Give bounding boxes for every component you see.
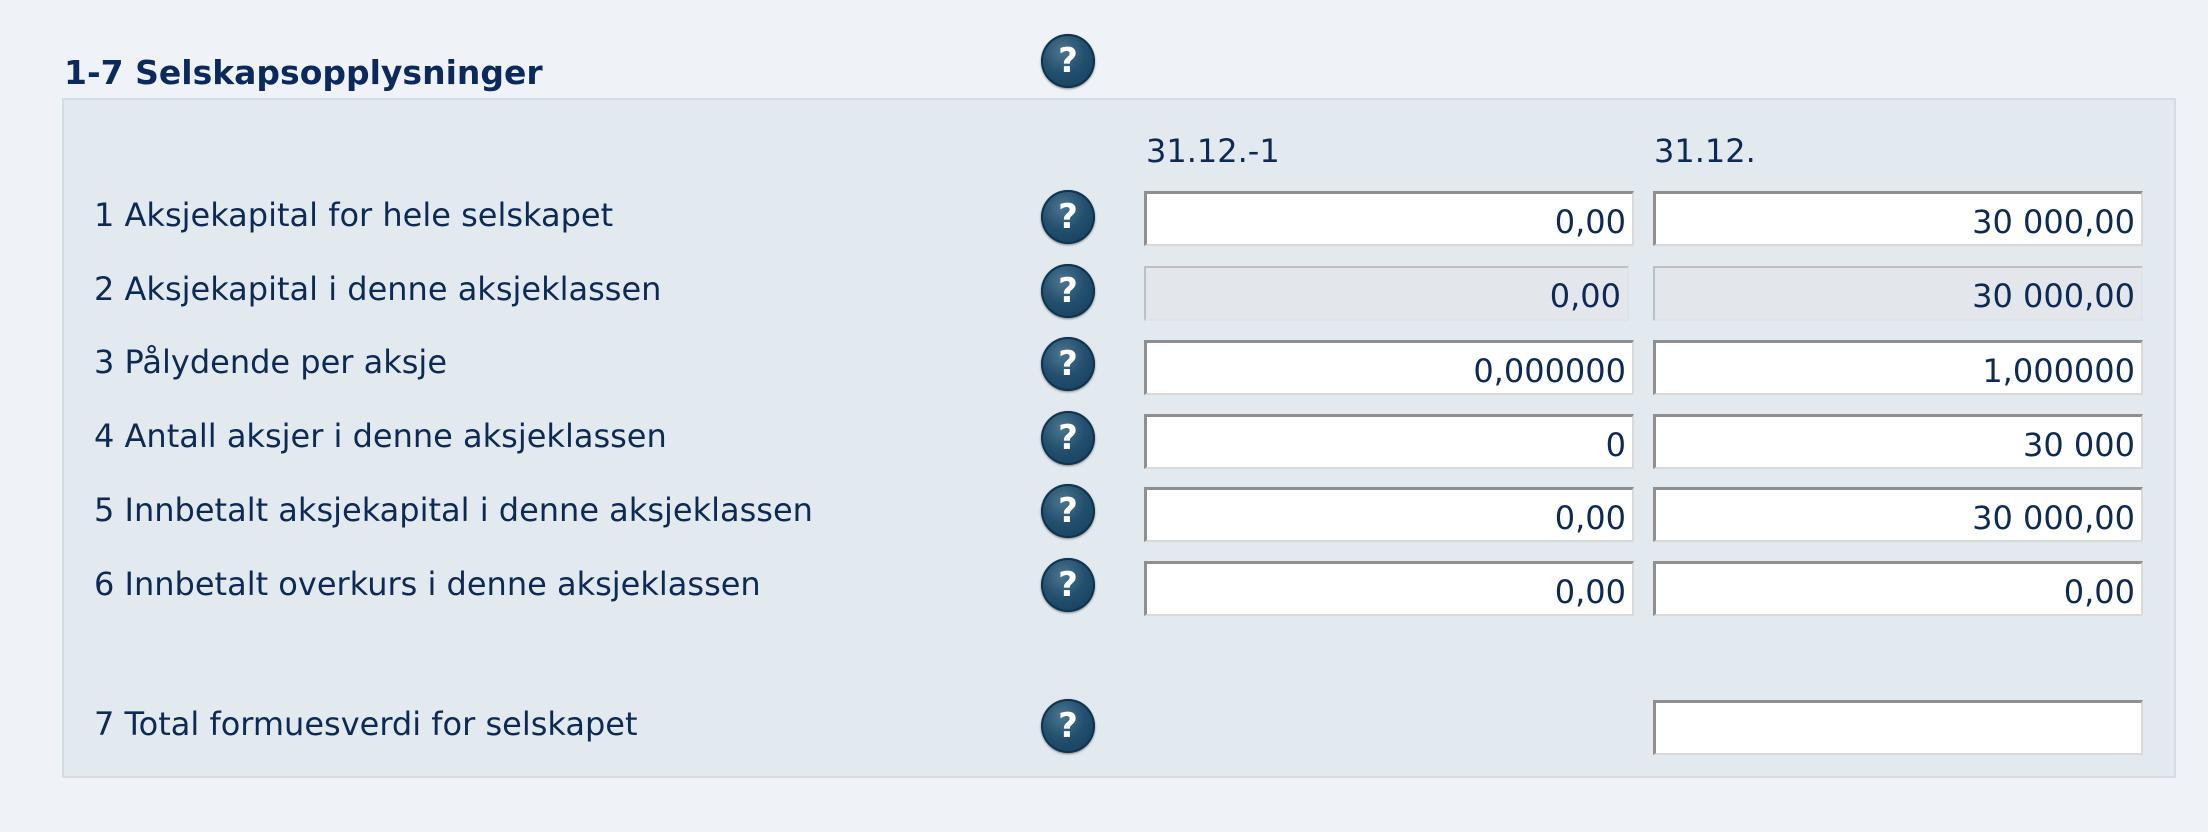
row-1-help-icon[interactable]: ?: [1041, 190, 1095, 244]
row-1-current-field[interactable]: 30 000,00: [1653, 191, 2143, 246]
row-2-current-field: 30 000,00: [1653, 266, 2143, 321]
row-6-current-field[interactable]: 0,00: [1653, 561, 2143, 616]
section-help-icon[interactable]: ?: [1041, 34, 1095, 88]
row-5-label: 5 Innbetalt aksjekapital i denne aksjekl…: [94, 491, 813, 529]
section-title: 1-7 Selskapsopplysninger: [64, 53, 543, 92]
row-6-previous-field[interactable]: 0,00: [1144, 561, 1634, 616]
row-3-current-field[interactable]: 1,000000: [1653, 340, 2143, 395]
row-3-label: 3 Pålydende per aksje: [94, 343, 447, 381]
row-4-label: 4 Antall aksjer i denne aksjeklassen: [94, 417, 667, 455]
column-header-previous: 31.12.-1: [1146, 132, 1280, 170]
row-7-help-icon[interactable]: ?: [1041, 699, 1095, 753]
row-4-current-field[interactable]: 30 000: [1653, 414, 2143, 469]
row-2-label: 2 Aksjekapital i denne aksjeklassen: [94, 270, 662, 308]
row-4-help-icon[interactable]: ?: [1041, 411, 1095, 465]
row-6-label: 6 Innbetalt overkurs i denne aksjeklasse…: [94, 565, 761, 603]
row-5-current-field[interactable]: 30 000,00: [1653, 487, 2143, 542]
row-2-previous-field: 0,00: [1144, 266, 1629, 321]
row-5-help-icon[interactable]: ?: [1041, 484, 1095, 538]
row-3-help-icon[interactable]: ?: [1041, 337, 1095, 391]
row-7-current-field[interactable]: [1653, 700, 2143, 755]
row-1-label: 1 Aksjekapital for hele selskapet: [94, 196, 614, 234]
row-2-help-icon[interactable]: ?: [1041, 264, 1095, 318]
row-4-previous-field[interactable]: 0: [1144, 414, 1634, 469]
column-header-current: 31.12.: [1654, 132, 1756, 170]
row-3-previous-field[interactable]: 0,000000: [1144, 340, 1634, 395]
row-5-previous-field[interactable]: 0,00: [1144, 487, 1634, 542]
row-1-previous-field[interactable]: 0,00: [1144, 191, 1634, 246]
row-7-label: 7 Total formuesverdi for selskapet: [94, 705, 638, 743]
row-6-help-icon[interactable]: ?: [1041, 558, 1095, 612]
